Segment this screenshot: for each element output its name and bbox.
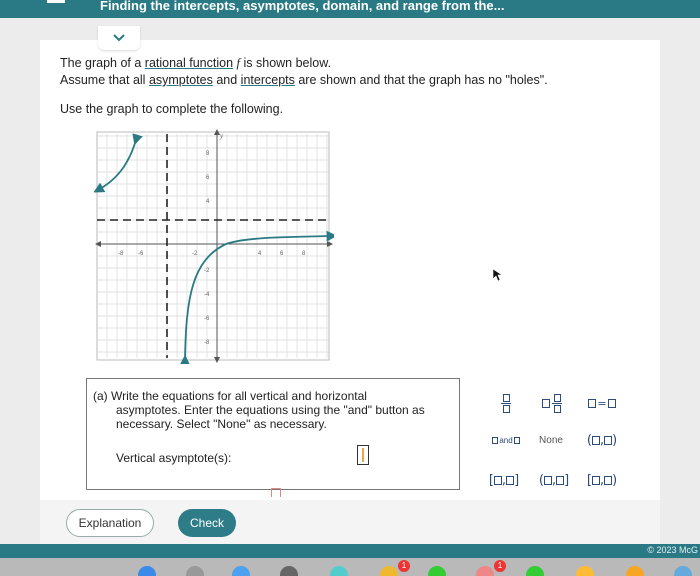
open-interval-button[interactable]: (,)	[582, 430, 622, 450]
app-icon[interactable]	[526, 566, 544, 576]
y-tick: -6	[204, 316, 210, 322]
dock: 1 1	[0, 558, 700, 576]
rational-function-link[interactable]: rational function	[145, 56, 233, 70]
math-palette: = and None (,) [,] (,] [,)	[474, 378, 630, 500]
question-line: asymptotes. Enter the equations using th…	[116, 403, 425, 417]
app-icon[interactable]	[674, 566, 692, 576]
x-tick: -2	[192, 251, 198, 257]
intro-text: are shown and that the graph has no "hol…	[294, 73, 548, 87]
y-tick: -4	[204, 292, 210, 298]
explanation-button[interactable]: Explanation	[66, 509, 154, 537]
menu-accent[interactable]	[47, 0, 65, 3]
notification-badge: 1	[494, 560, 506, 572]
y-tick: 4	[206, 199, 210, 205]
app-icon[interactable]	[476, 566, 494, 576]
x-tick: -8	[118, 251, 124, 257]
intro-line-1: The graph of a rational function f is sh…	[60, 56, 331, 71]
equals-sign: =	[597, 396, 607, 410]
vertical-asymptote-label: Vertical asymptote(s):	[116, 451, 232, 465]
none-button[interactable]: None	[536, 432, 566, 448]
question-line: (a) Write the equations for all vertical…	[93, 389, 367, 403]
app-icon[interactable]	[232, 566, 250, 576]
question-panel: (a) Write the equations for all vertical…	[86, 378, 460, 490]
intro-text: is shown below.	[240, 56, 332, 70]
vertical-asymptote-input[interactable]	[357, 445, 369, 465]
app-icon[interactable]	[380, 566, 398, 576]
intro-line-2: Assume that all asymptotes and intercept…	[60, 73, 548, 87]
mouse-cursor-icon	[492, 268, 502, 282]
closed-interval-button[interactable]: [,]	[484, 470, 524, 490]
horizontal-asymptote-input-partial[interactable]	[271, 488, 281, 497]
and-button[interactable]: and	[488, 432, 524, 448]
app-icon[interactable]	[330, 566, 348, 576]
app-icon[interactable]	[186, 566, 204, 576]
intro-text: Assume that all	[60, 73, 149, 87]
check-button[interactable]: Check	[178, 509, 236, 537]
y-tick: -2	[204, 268, 210, 274]
y-tick: 6	[206, 175, 210, 181]
top-bar: Finding the intercepts, asymptotes, doma…	[0, 0, 700, 18]
notification-badge: 1	[398, 560, 410, 572]
mixed-number-button[interactable]	[536, 390, 568, 416]
x-tick: -6	[138, 251, 144, 257]
intro-text: and	[212, 73, 241, 87]
fraction-button[interactable]	[494, 390, 518, 416]
footer-bar: © 2023 McG	[0, 544, 700, 558]
chevron-down-icon	[113, 34, 125, 42]
page-title: Finding the intercepts, asymptotes, doma…	[100, 0, 505, 13]
y-tick: 8	[206, 151, 210, 157]
app-icon[interactable]	[626, 566, 644, 576]
grid	[96, 134, 329, 358]
question-line: necessary. Select "None" as necessary.	[116, 417, 327, 431]
equals-button[interactable]: =	[584, 394, 620, 412]
intercepts-link[interactable]: intercepts	[241, 73, 295, 87]
and-label: and	[499, 435, 513, 445]
app-icon[interactable]	[138, 566, 156, 576]
copyright-text: © 2023 McG	[647, 545, 698, 555]
asymptotes-link[interactable]: asymptotes	[149, 73, 213, 87]
function-graph: y -8 -6 -2 4 6 8 8 6 4 -2 -4 -6 -8	[94, 129, 334, 364]
app-icon[interactable]	[280, 566, 298, 576]
half-open-right-interval-button[interactable]: [,)	[582, 470, 622, 490]
collapse-button[interactable]	[98, 26, 140, 50]
y-tick: -8	[204, 340, 210, 346]
app-icon[interactable]	[576, 566, 594, 576]
instruction-line: Use the graph to complete the following.	[60, 102, 284, 116]
half-open-left-interval-button[interactable]: (,]	[534, 470, 574, 490]
question-text: (a) Write the equations for all vertical…	[93, 389, 453, 431]
app-icon[interactable]	[428, 566, 446, 576]
intro-text: The graph of a	[60, 56, 145, 70]
